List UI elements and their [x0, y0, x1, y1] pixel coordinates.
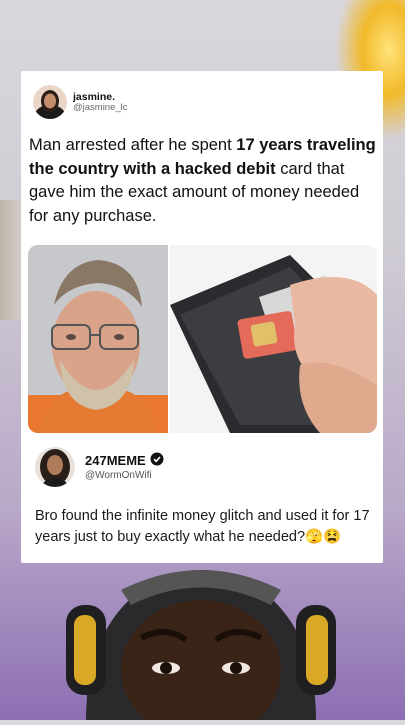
author-avatar[interactable]	[33, 85, 67, 119]
sim-card-phone-image	[170, 245, 377, 433]
author-handle: @jasmine_lc	[73, 101, 128, 113]
reply-avatar[interactable]	[35, 447, 75, 487]
post-author[interactable]: jasmine. @jasmine_lc	[33, 85, 128, 119]
post-screenshot-card: jasmine. @jasmine_lc Man arrested after …	[21, 71, 383, 563]
post-text-start: Man arrested after he spent	[29, 136, 237, 154]
reply-handle: @WormOnWifi	[85, 469, 152, 481]
creator-with-headphones	[66, 560, 336, 725]
reply-text: Bro found the infinite money glitch and …	[35, 508, 370, 545]
reply-author[interactable]: 247MEME @WormOnWifi	[35, 447, 164, 487]
author-name: jasmine.	[73, 90, 116, 103]
verified-badge-icon	[150, 452, 164, 470]
mugshot-image	[28, 245, 168, 433]
reply-name: 247MEME	[85, 453, 146, 469]
post-text: Man arrested after he spent 17 years tra…	[29, 134, 379, 228]
